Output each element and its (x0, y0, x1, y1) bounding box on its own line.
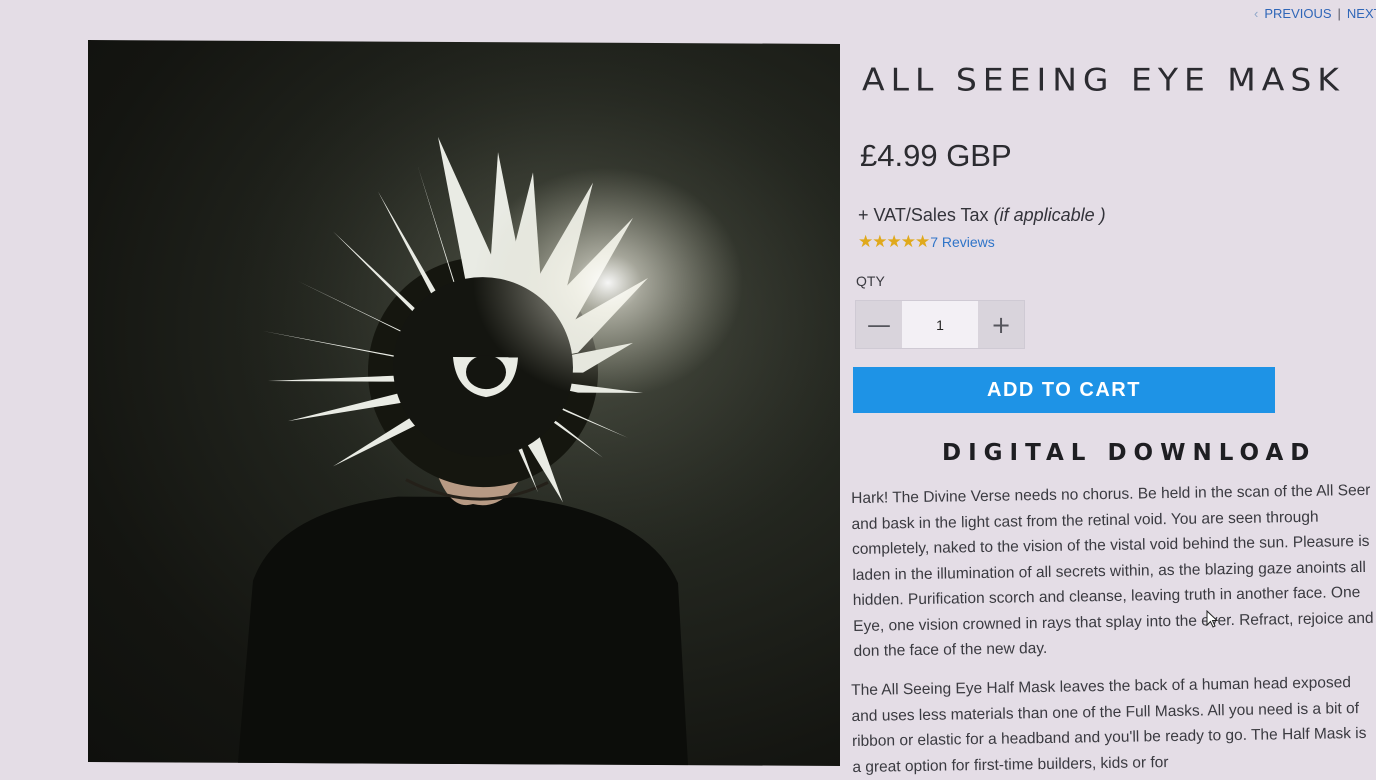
product-price: £4.99 GBP (860, 138, 1012, 173)
increment-button[interactable]: + (978, 301, 1024, 348)
quantity-stepper: — + (855, 300, 1025, 349)
product-rating: ★★★★★7 Reviews (858, 232, 995, 252)
pager-separator: | (1337, 6, 1341, 21)
description-text: Hark! The Divine Verse needs no chorus. … (851, 481, 1374, 660)
star-rating-icon: ★★★★★ (858, 232, 930, 251)
section-heading: DIGITAL DOWNLOAD (942, 440, 1317, 466)
product-image[interactable] (88, 40, 840, 766)
mask-photo (228, 40, 840, 766)
description-text: The All Seeing Eye Half Mask leaves the … (851, 674, 1367, 776)
reviews-link[interactable]: 7 Reviews (930, 234, 995, 250)
decrement-button[interactable]: — (856, 301, 902, 348)
tax-condition: (if applicable ) (993, 205, 1106, 225)
chevron-left-icon: ‹ (1254, 6, 1259, 21)
next-link[interactable]: NEXT (1347, 6, 1376, 21)
description-paragraph: Hark! The Divine Verse needs no chorus. … (851, 478, 1376, 665)
description-paragraph: The All Seeing Eye Half Mask leaves the … (851, 670, 1376, 780)
previous-link[interactable]: PREVIOUS (1264, 6, 1331, 21)
product-title: ALL SEEING EYE MASK (862, 60, 1345, 99)
tax-note: + VAT/Sales Tax (if applicable ) (858, 205, 1106, 226)
tax-label: + VAT/Sales Tax (858, 205, 989, 225)
quantity-input[interactable] (902, 301, 978, 348)
add-to-cart-button[interactable]: ADD TO CART (853, 367, 1275, 413)
qty-label: QTY (856, 273, 885, 289)
mouse-cursor-icon (1206, 610, 1218, 628)
product-pager: ‹ PREVIOUS | NEXT (1254, 6, 1376, 21)
